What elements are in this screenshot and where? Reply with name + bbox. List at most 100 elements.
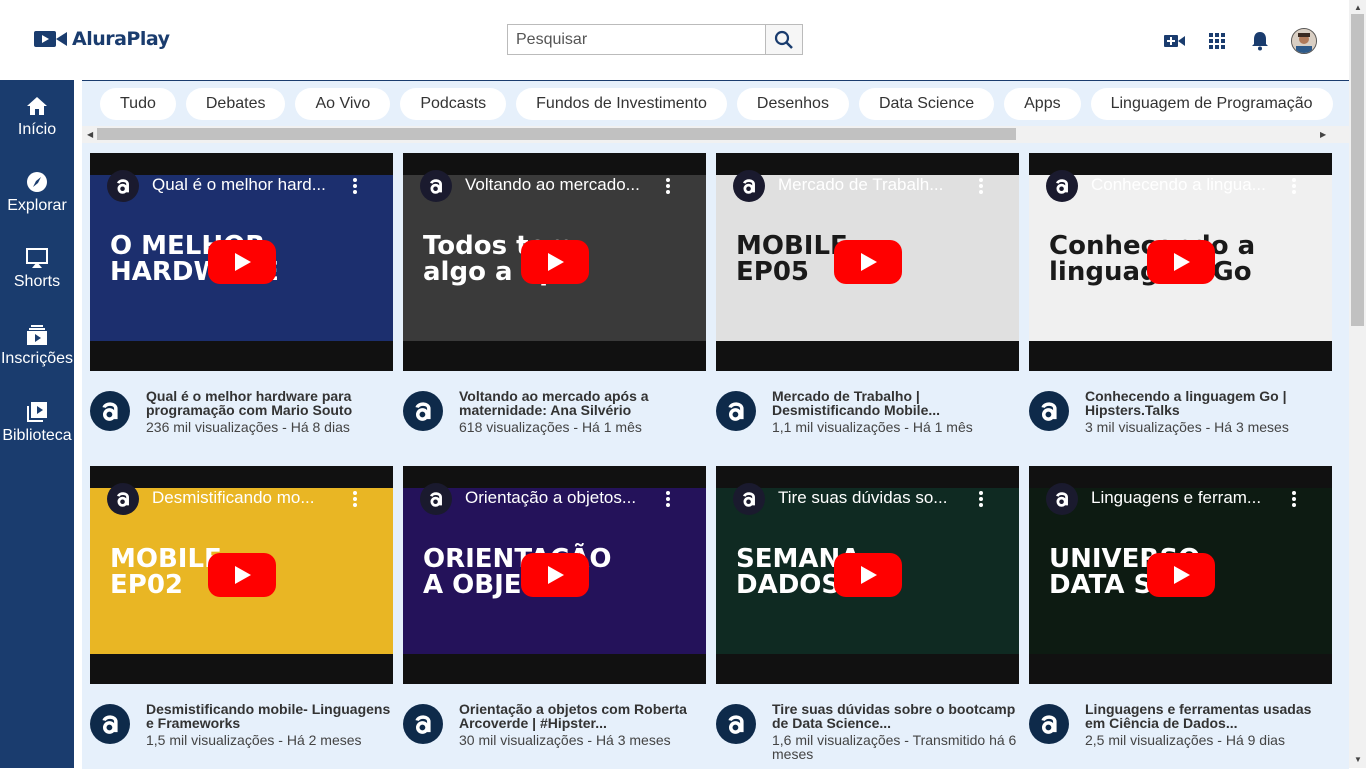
chip-tudo[interactable]: Tudo [100, 88, 176, 120]
alura-logo-icon [1056, 492, 1068, 507]
notifications-button[interactable] [1249, 30, 1271, 52]
play-button-icon[interactable] [208, 553, 276, 597]
chip-debates[interactable]: Debates [185, 88, 286, 120]
chips-horizontal-scrollbar[interactable]: ◀ ▶ [82, 126, 1349, 143]
more-options-icon[interactable] [665, 490, 671, 508]
channel-badge [733, 170, 765, 202]
more-options-icon[interactable] [1291, 490, 1297, 508]
play-button-icon[interactable] [834, 240, 902, 284]
app-name: AluraPlay [72, 28, 170, 50]
sidebar-item-label: Início [17, 121, 57, 138]
video-thumbnail[interactable]: MOBILE EP05 Mercado de Trabalh... [716, 153, 1019, 371]
video-title[interactable]: Mercado de Trabalho | Desmistificando Mo… [772, 389, 1019, 417]
chip-linguagem[interactable]: Linguagem de Programação [1090, 88, 1333, 120]
channel-badge [107, 170, 139, 202]
horizontal-scroll-thumb[interactable] [97, 128, 1016, 140]
video-title[interactable]: Qual é o melhor hardware para programaçã… [146, 389, 393, 417]
video-thumbnail[interactable]: Conhecendo a linguagem Go Conhecendo a li… [1029, 153, 1332, 371]
video-thumbnail[interactable]: Todos tem algo a apreVoltando ao mercado… [403, 153, 706, 371]
thumbnail-text: MOBILE EP02 [110, 544, 222, 600]
video-thumbnail[interactable]: UNIVERSO DATA SCLinguagens e ferram... [1029, 466, 1332, 684]
sidebar-item-inscricoes[interactable]: Inscrições [0, 323, 74, 368]
chip-desenhos[interactable]: Desenhos [736, 88, 849, 120]
video-title[interactable]: Linguagens e ferramentas usadas em Ciênc… [1085, 702, 1332, 730]
play-button-icon[interactable] [208, 240, 276, 284]
apps-grid-icon [1209, 33, 1225, 49]
channel-avatar[interactable] [716, 391, 756, 431]
chip-fundos[interactable]: Fundos de Investimento [516, 88, 727, 120]
video-card[interactable]: Conhecendo a linguagem Go Conhecendo a li… [1029, 153, 1332, 461]
more-options-icon[interactable] [352, 177, 358, 195]
thumbnail-title: Desmistificando mo... [152, 488, 315, 507]
top-header: AluraPlay [0, 0, 1349, 80]
more-options-icon[interactable] [665, 177, 671, 195]
channel-avatar[interactable] [1029, 704, 1069, 744]
video-thumbnail[interactable]: ORIENTAÇÃO A OBJETOS Orientação a objetos… [403, 466, 706, 684]
channel-avatar[interactable] [403, 391, 443, 431]
alura-logo-icon [728, 402, 744, 421]
user-photo-icon [1292, 29, 1316, 53]
chip-podcasts[interactable]: Podcasts [400, 88, 507, 120]
video-card[interactable]: MOBILE EP05 Mercado de Trabalh... Mercado … [716, 153, 1019, 461]
play-button-icon[interactable] [521, 553, 589, 597]
more-options-icon[interactable] [1291, 177, 1297, 195]
channel-avatar[interactable] [90, 391, 130, 431]
play-button-icon[interactable] [521, 240, 589, 284]
video-title[interactable]: Desmistificando mobile- Linguagens e Fra… [146, 702, 393, 730]
channel-avatar[interactable] [90, 704, 130, 744]
video-thumbnail[interactable]: SEMANA DADOS Tire suas dúvidas so... [716, 466, 1019, 684]
channel-avatar[interactable] [716, 704, 756, 744]
video-card[interactable]: UNIVERSO DATA SCLinguagens e ferram... Li… [1029, 466, 1332, 774]
scroll-right-arrow-icon[interactable]: ▶ [1320, 130, 1326, 139]
search-button[interactable] [765, 25, 802, 54]
play-button-icon[interactable] [1147, 553, 1215, 597]
video-card[interactable]: SEMANA DADOS Tire suas dúvidas so... Tire … [716, 466, 1019, 774]
video-title[interactable]: Conhecendo a linguagem Go | Hipsters.Tal… [1085, 389, 1332, 417]
alura-logo-icon [1056, 179, 1068, 194]
chip-ao-vivo[interactable]: Ao Vivo [295, 88, 391, 120]
sidebar-item-label: Shorts [13, 273, 61, 290]
shorts-icon [26, 248, 48, 268]
page-vertical-scrollbar[interactable]: ▲ ▼ [1349, 0, 1366, 768]
scroll-up-arrow-icon[interactable]: ▲ [1354, 3, 1362, 12]
video-thumbnail[interactable]: MOBILE EP02 Desmistificando mo... [90, 466, 393, 684]
alura-logo-icon [1041, 402, 1057, 421]
scroll-down-arrow-icon[interactable]: ▼ [1354, 755, 1362, 764]
channel-avatar[interactable] [1029, 391, 1069, 431]
thumbnail-title: Conhecendo a lingua... [1091, 175, 1266, 194]
apps-button[interactable] [1206, 30, 1228, 52]
chip-data-science[interactable]: Data Science [858, 88, 995, 120]
video-card[interactable]: MOBILE EP02 Desmistificando mo... Desmisti… [90, 466, 393, 774]
more-options-icon[interactable] [978, 490, 984, 508]
video-thumbnail[interactable]: O MELHOR HARDWARE Qual é o melhor hard... [90, 153, 393, 371]
video-card[interactable]: ORIENTAÇÃO A OBJETOS Orientação a objetos… [403, 466, 706, 774]
video-title[interactable]: Orientação a objetos com Roberta Arcover… [459, 702, 706, 730]
compass-icon [27, 172, 47, 192]
search-icon [774, 30, 793, 49]
play-button-icon[interactable] [834, 553, 902, 597]
video-card[interactable]: O MELHOR HARDWARE Qual é o melhor hard...… [90, 153, 393, 461]
app-logo[interactable]: AluraPlay [34, 28, 170, 50]
scroll-left-arrow-icon[interactable]: ◀ [87, 130, 93, 139]
alura-logo-icon [102, 715, 118, 734]
chip-apps[interactable]: Apps [1004, 88, 1081, 120]
play-button-icon[interactable] [1147, 240, 1215, 284]
sidebar-item-explorar[interactable]: Explorar [0, 170, 74, 215]
sidebar-item-inicio[interactable]: Início [0, 94, 74, 139]
more-options-icon[interactable] [352, 490, 358, 508]
sidebar-item-biblioteca[interactable]: Biblioteca [0, 400, 74, 445]
vertical-scroll-thumb[interactable] [1351, 14, 1364, 326]
sidebar-item-shorts[interactable]: Shorts [0, 246, 74, 291]
create-video-button[interactable] [1164, 30, 1186, 52]
video-title[interactable]: Tire suas dúvidas sobre o bootcamp de Da… [772, 702, 1019, 730]
sidebar-item-label: Biblioteca [2, 427, 72, 444]
channel-badge [733, 483, 765, 515]
video-stats: 30 mil visualizações - Há 3 meses [459, 732, 671, 748]
alura-logo-icon [415, 715, 431, 734]
channel-avatar[interactable] [403, 704, 443, 744]
search-input[interactable] [508, 25, 765, 54]
more-options-icon[interactable] [978, 177, 984, 195]
user-avatar[interactable] [1291, 28, 1317, 54]
video-card[interactable]: Todos tem algo a apreVoltando ao mercado… [403, 153, 706, 461]
video-title[interactable]: Voltando ao mercado após a maternidade: … [459, 389, 706, 417]
